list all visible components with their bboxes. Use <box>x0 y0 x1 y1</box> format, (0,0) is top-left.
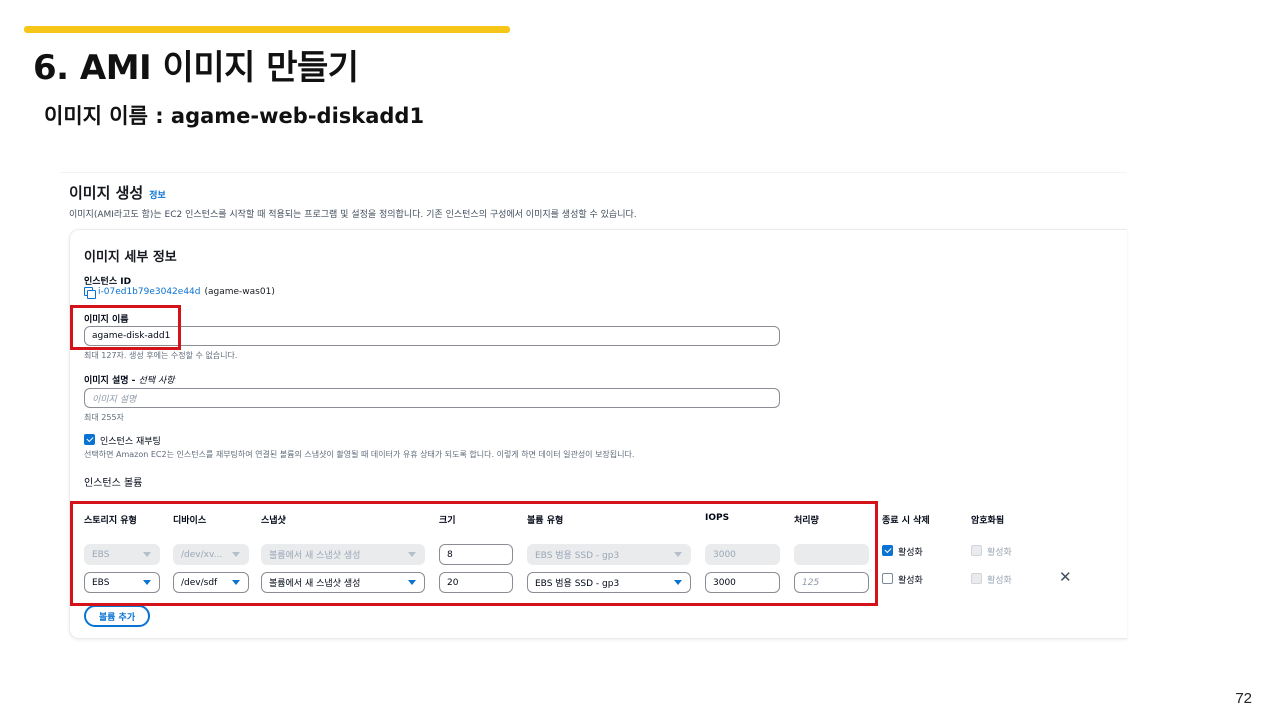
chevron-down-icon <box>674 552 682 557</box>
reboot-hint: 선택하면 Amazon EC2는 인스턴스를 재부팅하여 연결된 볼륨의 스냅샷… <box>84 450 635 459</box>
reboot-label: 인스턴스 재부팅 <box>100 437 161 447</box>
image-name-label: 이미지 이름 <box>84 315 129 325</box>
info-link[interactable]: 정보 <box>149 188 166 201</box>
accent-bar <box>24 26 510 33</box>
instance-id-label: 인스턴스 ID <box>84 277 132 287</box>
card-title: 이미지 세부 정보 <box>84 250 177 265</box>
image-description-input[interactable]: 이미지 설명 <box>84 388 780 408</box>
row1-volume-type-select: EBS 범용 SSD - gp3 <box>527 544 691 565</box>
row2-size-input[interactable]: 20 <box>439 572 513 593</box>
row2-encrypted-label: 활성화 <box>987 576 1012 586</box>
row2-snapshot-select[interactable]: 볼륨에서 새 스냅샷 생성 <box>261 572 425 593</box>
instance-id-row: i-07ed1b79e3042e44d (agame-was01) <box>84 287 275 299</box>
close-icon[interactable]: ✕ <box>1059 570 1072 585</box>
image-details-card: 이미지 세부 정보 인스턴스 ID i-07ed1b79e3042e44d (a… <box>69 229 1127 639</box>
row2-volume-type-select[interactable]: EBS 범용 SSD - gp3 <box>527 572 691 593</box>
copy-icon[interactable] <box>84 287 96 299</box>
row1-throughput-input <box>794 544 869 565</box>
column-storage-type: 스토리지 유형 <box>84 516 137 526</box>
row1-encrypted-label: 활성화 <box>987 548 1012 558</box>
instance-volumes-title: 인스턴스 볼륨 <box>84 478 143 489</box>
image-description-label: 이미지 설명 - 선택 사항 <box>84 376 175 386</box>
column-device: 디바이스 <box>173 516 207 526</box>
page-title: 이미지 생성 <box>69 184 144 202</box>
slide-title: 6. AMI 이미지 만들기 <box>33 48 359 88</box>
row2-delete-checkbox[interactable] <box>882 573 893 584</box>
row2-throughput-input[interactable]: 125 <box>794 572 869 593</box>
column-iops: IOPS <box>705 513 730 523</box>
chevron-down-icon <box>408 580 416 585</box>
row1-iops-input: 3000 <box>705 544 780 565</box>
aws-console-screenshot: 이미지 생성 정보 이미지(AMI라고도 함)는 EC2 인스턴스를 시작할 때… <box>60 172 1127 642</box>
row2-device-select[interactable]: /dev/sdf <box>173 572 249 593</box>
row1-device-select: /dev/xv... <box>173 544 249 565</box>
column-throughput: 처리량 <box>794 516 819 526</box>
chevron-down-icon <box>232 552 240 557</box>
chevron-down-icon <box>408 552 416 557</box>
row2-encrypted-checkbox <box>971 573 982 584</box>
chevron-down-icon <box>232 580 240 585</box>
image-description-hint: 최대 255자 <box>84 413 124 422</box>
row2-storage-select[interactable]: EBS <box>84 572 160 593</box>
slide-subtitle: 이미지 이름 : agame-web-diskadd1 <box>44 104 425 128</box>
instance-name: (agame-was01) <box>204 287 275 297</box>
row1-snapshot-select: 볼륨에서 새 스냅샷 생성 <box>261 544 425 565</box>
instance-id-link[interactable]: i-07ed1b79e3042e44d <box>98 287 201 297</box>
column-snapshot: 스냅샷 <box>261 516 286 526</box>
column-delete-on-termination: 종료 시 삭제 <box>882 516 930 526</box>
image-name-input[interactable]: agame-disk-add1 <box>84 326 780 346</box>
row1-delete-label: 활성화 <box>898 548 923 558</box>
page-description: 이미지(AMI라고도 함)는 EC2 인스턴스를 시작할 때 적용되는 프로그램… <box>69 210 637 220</box>
chevron-down-icon <box>143 580 151 585</box>
reboot-checkbox[interactable] <box>84 434 95 445</box>
image-name-hint: 최대 127자. 생성 후에는 수정할 수 없습니다. <box>84 351 238 360</box>
column-encrypted: 암호화됨 <box>971 516 1005 526</box>
chevron-down-icon <box>143 552 151 557</box>
row1-encrypted-checkbox <box>971 545 982 556</box>
page-heading: 이미지 생성 정보 <box>69 182 166 203</box>
page-number: 72 <box>1235 690 1252 707</box>
row1-size-input[interactable]: 8 <box>439 544 513 565</box>
add-volume-button[interactable]: 볼륨 추가 <box>84 605 150 627</box>
row1-delete-checkbox[interactable] <box>882 545 893 556</box>
column-volume-type: 볼륨 유형 <box>527 516 564 526</box>
column-size: 크기 <box>439 516 456 526</box>
row2-iops-input[interactable]: 3000 <box>705 572 780 593</box>
chevron-down-icon <box>674 580 682 585</box>
row1-storage-select: EBS <box>84 544 160 565</box>
row2-delete-label: 활성화 <box>898 576 923 586</box>
